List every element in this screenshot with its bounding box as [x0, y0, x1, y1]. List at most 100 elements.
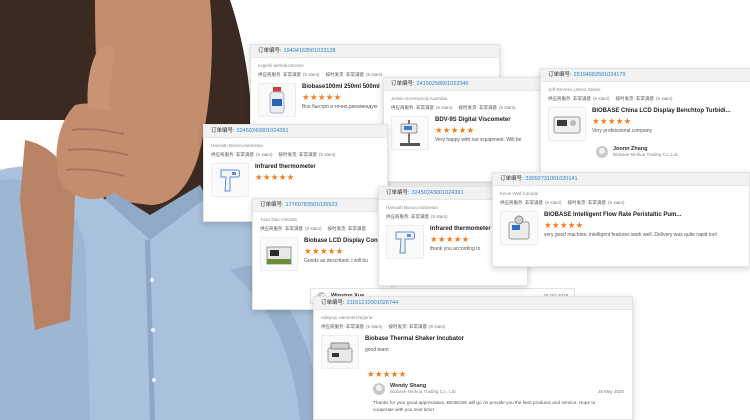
supplier-rating: 供应商服务: 非常满意 [548, 96, 591, 101]
rating-note: (5 stars) [303, 72, 320, 77]
order-number-link[interactable]: 24190258501023346 [417, 81, 469, 87]
star-rating: ★★★★★ [592, 116, 632, 126]
review-comment: Very professional company [592, 128, 653, 134]
rating-note: (5 stars) [656, 96, 673, 101]
product-row: Biobase Thermal Shaker Incubator good te… [321, 335, 625, 369]
product-name[interactable]: BIOBASE Intelligent Flow Rate Peristalti… [544, 211, 717, 220]
avatar [373, 383, 385, 395]
star-rating: ★★★★★ [255, 172, 295, 182]
star-rating: ★★★★★ [435, 125, 475, 135]
shipping-rating: 按时发货: 非常满意 [458, 105, 498, 110]
product-name[interactable]: Biobase100ml 250ml 500ml [302, 83, 380, 92]
supplier-rating: 供应商服务: 非常满意 [391, 105, 434, 110]
seller-reply: Wendy Shang Biobase Meihua Trading Co., … [373, 383, 625, 395]
shaker-icon[interactable] [321, 335, 359, 369]
review-comment: Very happy with our equipment. Will be [435, 137, 522, 143]
card-header: 订单编号: 17760783501026523 [253, 199, 391, 212]
star-rating: ★★★★★ [544, 220, 584, 230]
rating-note: (5 stars) [319, 152, 336, 157]
card-header: 订单编号: 25194682501024179 [541, 69, 750, 82]
order-label: 订单编号: [321, 300, 345, 306]
order-number-link[interactable]: 17760783501026523 [286, 202, 338, 208]
buyer-name: Adeyeju Hammed,Nigeria [321, 315, 373, 320]
supplier-rating: 供应商服务: 非常满意 [258, 72, 301, 77]
thermometer-icon[interactable] [211, 163, 249, 197]
shipping-rating: 按时发货: 非常满意 [327, 226, 367, 231]
rating-row: 供应商服务: 非常满意 (5 stars) 按时发货: 非常满意 (5 stars) [211, 150, 380, 160]
order-label: 订单编号: [260, 202, 284, 208]
analyzer-icon[interactable] [260, 237, 298, 271]
product-row: Biobase LCD Display Con ★★★★★ Goods as d… [260, 237, 384, 271]
review-comment: good team [365, 347, 389, 353]
order-label: 订单编号: [500, 176, 524, 182]
order-label: 订单编号: [258, 48, 282, 54]
rating-note: (5 stars) [305, 226, 322, 231]
rating-note: (5 stars) [499, 105, 516, 110]
rating-row: 供应商服务: 非常满意 (5 stars) 按时发货: 非常满意 (5 stars) [321, 322, 625, 332]
card-header: 订单编号: 31151210001026744 [314, 297, 632, 310]
buyer-name: Kevin Wolf,Canada [500, 191, 539, 196]
product-row: BIOBASE China LCD Display Benchtop Turbi… [548, 107, 747, 141]
product-row: Infrared thermometer ★★★★★ [211, 163, 380, 197]
review-comment: very good machine, intelligent features … [544, 232, 718, 238]
product-name[interactable]: Infrared thermometer [255, 163, 316, 172]
review-card: 订单编号: 33092731001020141 Kevin Wolf,Canada… [492, 172, 750, 267]
star-rating: ★★★★★ [304, 246, 344, 256]
order-label: 订单编号: [391, 81, 415, 87]
card-header: 订单编号: 33092731001020141 [493, 173, 749, 186]
product-name[interactable]: Biobase LCD Display Con [304, 237, 378, 246]
turbidimeter-icon[interactable] [548, 107, 586, 141]
rating-note: (5 stars) [545, 200, 562, 205]
order-number-link[interactable]: 31151210001026744 [347, 300, 399, 306]
product-name[interactable]: Infrared thermometer [430, 225, 491, 234]
bottle-icon[interactable] [258, 83, 296, 117]
supplier-rating: 供应商服务: 非常满意 [321, 324, 364, 329]
thermometer-icon[interactable] [386, 225, 424, 259]
order-number-link[interactable]: 32450243001024391 [412, 190, 464, 196]
rating-note: (5 stars) [429, 324, 446, 329]
reply-company: Biobase Meihua Trading Co.,Ltd. [613, 152, 679, 157]
product-name[interactable]: BIOBASE China LCD Display Benchtop Turbi… [592, 107, 731, 116]
shipping-rating: 按时发货: 非常满意 [567, 200, 607, 205]
pump-icon[interactable] [500, 211, 538, 245]
shipping-rating: 按时发货: 非常满意 [388, 324, 428, 329]
rating-note: (5 stars) [366, 324, 383, 329]
rating-row: 供应商服务: 非常满意 (5 stars) 按时发货: 非常满意 [260, 224, 384, 234]
shipping-rating: 按时发货: 非常满意 [325, 72, 365, 77]
reply-text-line: Thanks for your good appreciation, BIOBA… [373, 400, 596, 405]
rating-row: 供应商服务: 非常满意 (5 stars) 按时发货: 非常满意 (5 stars) [500, 198, 742, 208]
order-label: 订单编号: [211, 128, 235, 134]
seller-reply: Joonn Zhang Biobase Meihua Trading Co.,L… [596, 146, 747, 158]
order-number-link[interactable]: 33092731001020141 [526, 176, 578, 182]
product-name[interactable]: BDV-9S Digital Viscometer [435, 116, 521, 125]
product-row: BIOBASE Intelligent Flow Rate Peristalti… [500, 211, 742, 245]
buyer-name: evgenii lanfrak,Ukraine [258, 63, 304, 68]
reply-text-line: cooperate with you next time! [373, 407, 434, 412]
supplier-rating: 供应商服务: 非常满意 [500, 200, 543, 205]
buyer-name: Jeff DeVries,United States [548, 87, 601, 92]
supplier-rating: 供应商服务: 非常满意 [211, 152, 254, 157]
rating-note: (5 stars) [608, 200, 625, 205]
reply-company: Biobase Meihua Trading Co., Ltd. [390, 389, 457, 394]
shipping-rating: 按时发货: 非常满意 [615, 96, 655, 101]
product-name[interactable]: Biobase Thermal Shaker Incubator [365, 335, 464, 344]
rating-note: (5 stars) [593, 96, 610, 101]
card-header: 订单编号: 19404163501023138 [251, 45, 499, 58]
supplier-rating: 供应商服务: 非常满意 [386, 214, 429, 219]
reply-text: Thanks for your good appreciation, BIOBA… [373, 399, 625, 413]
order-label: 订单编号: [386, 190, 410, 196]
review-card: 订单编号: 31151210001026744 Adeyeju Hammed,Ni… [313, 296, 633, 420]
review-comment: Все быстро и точно,рекомендую [302, 104, 378, 110]
card-header: 订单编号: 32450243001024391 [204, 125, 387, 138]
order-number-link[interactable]: 32450243001024391 [237, 128, 289, 134]
rating-note: (5 stars) [436, 105, 453, 110]
viscometer-icon[interactable] [391, 116, 429, 150]
order-number-link[interactable]: 25194682501024179 [574, 72, 626, 78]
star-rating: ★★★★★ [302, 92, 342, 102]
rating-note: (5 stars) [366, 72, 383, 77]
review-comment: Goods as described. I will bu [304, 258, 368, 264]
supplier-rating: 供应商服务: 非常满意 [260, 226, 303, 231]
reply-date: 26 May 2020 [597, 389, 624, 394]
order-number-link[interactable]: 19404163501023138 [284, 48, 336, 54]
review-card: 订单编号: 25194682501024179 Jeff DeVries,Unit… [540, 68, 750, 178]
